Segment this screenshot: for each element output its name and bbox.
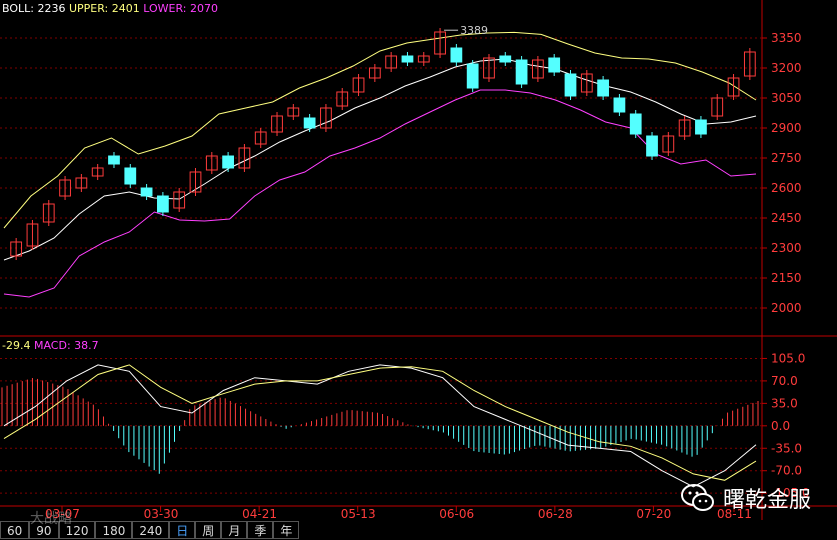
- candle-body: [466, 63, 479, 89]
- price-tick-label: 3050: [771, 91, 802, 105]
- macd-tick-label: -35.0: [771, 441, 802, 455]
- price-tick-label: 2000: [771, 301, 802, 315]
- boll-upper-line: [3, 31, 757, 229]
- date-tick-label: 06-06: [439, 507, 474, 521]
- candle-body: [108, 155, 120, 165]
- lower-value: 2070: [190, 2, 218, 15]
- macd-value: 38.7: [74, 339, 99, 352]
- candle-body: [124, 167, 137, 185]
- date-tick-label: 06-28: [538, 507, 573, 521]
- price-tick-label: 2300: [771, 241, 802, 255]
- macd-label: MACD:: [33, 339, 71, 352]
- period-tab-day[interactable]: 日: [169, 521, 196, 539]
- candle-body: [613, 97, 626, 113]
- price-tick-label: 2750: [771, 151, 802, 165]
- macd-legend: -29.4 MACD: 38.7: [2, 339, 99, 353]
- dea-line: [3, 364, 757, 481]
- price-tick-label: 2150: [771, 271, 802, 285]
- period-tab-60[interactable]: 60: [0, 521, 30, 539]
- period-tab-year[interactable]: 年: [273, 521, 300, 539]
- upper-label: UPPER:: [68, 2, 109, 15]
- price-tick-label: 3200: [771, 61, 802, 75]
- period-tab-week[interactable]: 周: [195, 521, 222, 539]
- boll-label: BOLL:: [2, 2, 34, 15]
- boll-value: 2236: [37, 2, 66, 15]
- date-tick-label: 03-30: [144, 507, 179, 521]
- candle-body: [401, 55, 414, 63]
- wechat-icon: [680, 484, 714, 511]
- faint-watermark: 大战略: [30, 511, 72, 527]
- candle-body: [646, 135, 658, 157]
- period-tab-month[interactable]: 月: [221, 521, 248, 539]
- macd-tick-label: 0.0: [771, 419, 790, 433]
- candle-body: [222, 155, 234, 169]
- macd-tick-label: 70.0: [771, 374, 798, 388]
- candle-body: [548, 57, 561, 73]
- price-tick-label: 2900: [771, 121, 802, 135]
- candle-body: [597, 79, 609, 97]
- date-tick-label: 04-21: [242, 507, 277, 521]
- candle-body: [564, 73, 577, 97]
- period-tab-180[interactable]: 180: [95, 521, 133, 539]
- period-tab-bar: 60 90 120 180 240 日 周 月 季 年: [0, 521, 837, 540]
- chart-window: { "legend_top": { "boll_label": "BOLL:",…: [0, 0, 837, 540]
- chart-canvas: 3350 3200 3050 2900 2750 2600 2450 2300 2150 2000…: [0, 0, 837, 521]
- macd-tick-label: 35.0: [771, 396, 798, 410]
- candle-body: [303, 117, 316, 129]
- candle-body: [450, 47, 463, 63]
- upper-value: 2401: [111, 2, 140, 15]
- date-tick-label: 07-20: [636, 507, 671, 521]
- dif-value: -29.4: [2, 339, 31, 352]
- candle-body: [140, 187, 153, 197]
- lower-label: LOWER:: [143, 2, 187, 15]
- price-tick-label: 3350: [771, 31, 802, 45]
- peak-annotation-label: 3389: [460, 24, 488, 37]
- brand-watermark: 曙乾金服: [680, 482, 811, 514]
- candle-body: [629, 113, 642, 135]
- macd-tick-label: 105.0: [771, 351, 805, 365]
- period-tab-quarter[interactable]: 季: [247, 521, 274, 539]
- price-tick-label: 2600: [771, 181, 802, 195]
- candle-body: [499, 55, 512, 63]
- candle-body: [695, 119, 707, 135]
- price-tick-label: 2450: [771, 211, 802, 225]
- watermark-text: 曙乾金服: [722, 488, 811, 513]
- candle-body: [515, 59, 528, 85]
- macd-tick-label: -70.0: [771, 464, 802, 478]
- candle-body: [157, 195, 169, 213]
- boll-legend: BOLL: 2236 UPPER: 2401 LOWER: 2070: [2, 2, 218, 16]
- date-tick-label: 05-13: [341, 507, 376, 521]
- period-tab-240[interactable]: 240: [132, 521, 170, 539]
